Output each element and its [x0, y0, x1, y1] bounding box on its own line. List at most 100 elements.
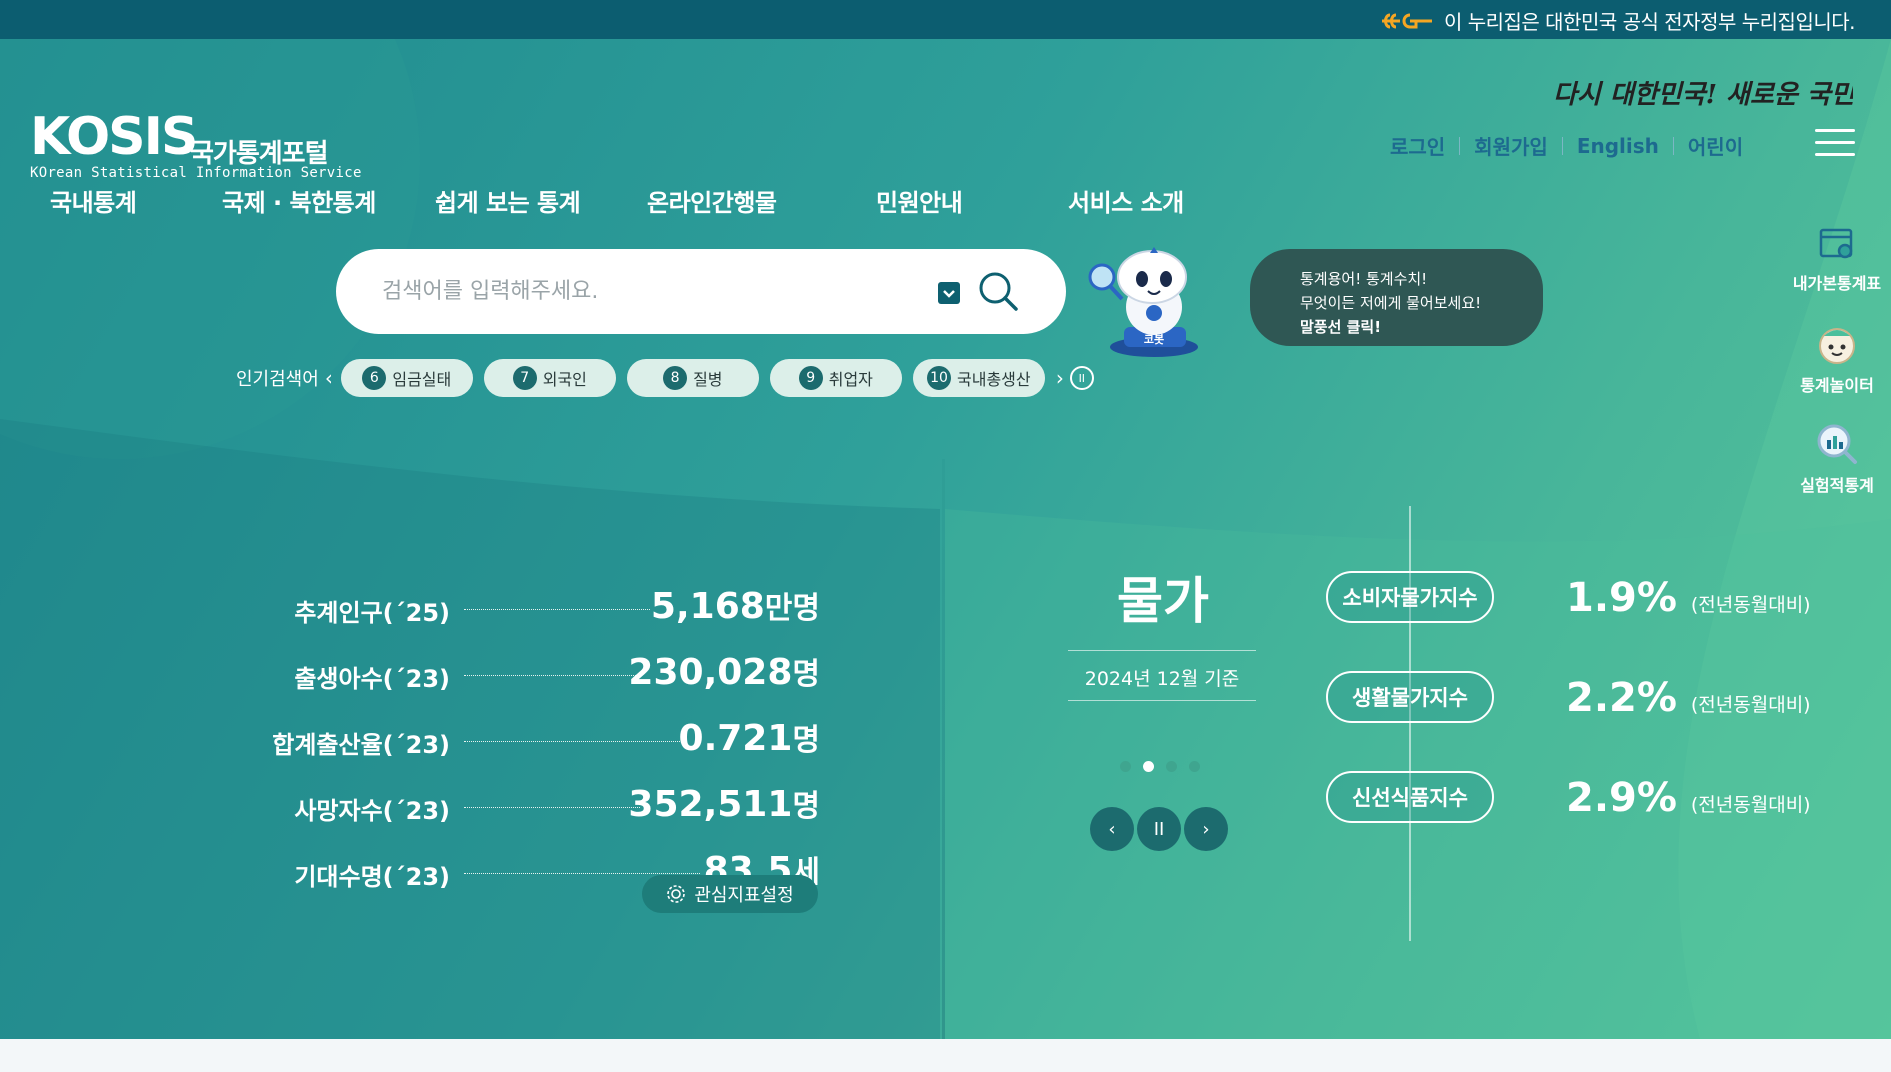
price-reference-date: 2024년 12월 기준 [1084, 668, 1240, 690]
popular-keyword-chip[interactable]: 6 임금실태 [340, 359, 473, 397]
magnifier-chart-icon [1817, 424, 1857, 464]
indicator-label: 사망자수(´23) [294, 797, 450, 825]
utility-links: 로그인 회원가입 English 어린이 [1390, 131, 1743, 160]
keyword-term: 임금실태 [392, 370, 452, 389]
indicator-value: 0.721명 [678, 718, 820, 759]
keyword-rank: 7 [512, 366, 537, 390]
pause-icon[interactable]: II [1069, 366, 1094, 390]
price-row[interactable]: 소비자물가지수 1.9% (전년동월대비) [1326, 571, 1811, 623]
dotted-leader [464, 609, 650, 610]
slide-pagination [1120, 761, 1200, 772]
gov-banner: 이 누리집은 대한민국 공식 전자정부 누리집입니다. [0, 0, 1891, 39]
quick-stats-playground[interactable]: 통계놀이터 [1782, 324, 1891, 396]
divider [1068, 650, 1256, 651]
chevron-left-icon[interactable]: ‹ [325, 366, 333, 390]
chevron-right-icon[interactable]: › [1056, 366, 1064, 390]
quick-menu-label: 실험적통계 [1800, 476, 1874, 495]
dotted-leader [464, 741, 680, 742]
character-face-icon [1819, 328, 1855, 364]
pagination-dot[interactable] [1120, 761, 1131, 772]
bubble-line: 말풍선 클릭! [1300, 318, 1382, 336]
nav-international-stats[interactable]: 국제 · 북한통계 [222, 183, 376, 218]
popular-keyword-chip[interactable]: 9 취업자 [769, 359, 902, 397]
page-bottom-band [0, 1039, 1891, 1072]
english-link[interactable]: English [1577, 134, 1659, 158]
keyword-rank: 8 [663, 366, 688, 390]
pause-icon[interactable]: II [1137, 807, 1181, 851]
chevron-right-icon[interactable]: › [1184, 807, 1228, 851]
divider [1459, 136, 1461, 155]
indicator-label: 합계출산율(´23) [272, 731, 450, 759]
price-row[interactable]: 신선식품지수 2.9% (전년동월대비) [1326, 771, 1811, 823]
price-index-value: 2.9% (전년동월대비) [1566, 775, 1811, 821]
hero-section: 다시 대한민국! 새로운 국민의 나라 KOSIS 국가통계포털 KOrean … [0, 39, 1891, 1039]
popular-keyword-chip[interactable]: 8 질병 [626, 359, 759, 397]
dotted-leader [464, 807, 640, 808]
signup-link[interactable]: 회원가입 [1474, 131, 1548, 160]
slogan-calligraphy: 다시 대한민국! 새로운 국민의 나라 [1553, 80, 1853, 110]
nav-domestic-stats[interactable]: 국내통계 [50, 183, 137, 218]
keyword-term: 질병 [693, 370, 723, 389]
price-index-value: 1.9% (전년동월대비) [1566, 575, 1811, 621]
search-icon [979, 272, 1018, 311]
divider [1068, 700, 1256, 701]
indicator-label: 출생아수(´23) [294, 665, 450, 693]
indicator-row[interactable]: 합계출산율(´23) 0.721명 [240, 711, 820, 777]
indicator-row[interactable]: 추계인구(´25) 5,168만명 [240, 579, 820, 645]
popular-keyword-chip[interactable]: 10 국내총생산 [912, 359, 1045, 397]
dotted-leader [464, 873, 700, 874]
popular-keywords: 인기검색어 ‹ 6 임금실태 7 외국인 8 질병 9 취업자 10 국내총생산 › II [236, 359, 1094, 397]
table-history-icon [1819, 228, 1853, 259]
kobot-mascot-icon[interactable]: 코봇 [1088, 247, 1208, 357]
indicator-value: 5,168만명 [650, 586, 820, 627]
indicator-row[interactable]: 출생아수(´23) 230,028명 [240, 645, 820, 711]
indicator-value: 352,511명 [628, 784, 820, 825]
nav-easy-stats[interactable]: 쉽게 보는 통계 [435, 183, 581, 218]
price-title: 물가 [1117, 572, 1209, 630]
login-link[interactable]: 로그인 [1390, 131, 1445, 160]
search-input[interactable] [382, 271, 902, 311]
chevron-down-icon [943, 290, 955, 298]
pagination-dot-active[interactable] [1143, 761, 1154, 772]
kids-link[interactable]: 어린이 [1688, 131, 1743, 160]
search-option-dropdown[interactable] [938, 282, 960, 304]
nav-civil-service[interactable]: 민원안내 [876, 183, 963, 218]
section-divider [942, 459, 945, 1039]
menu-hamburger-icon[interactable] [1815, 129, 1855, 159]
bubble-line: 무엇이든 저에게 물어보세요! [1300, 294, 1482, 312]
keyword-rank: 10 [927, 366, 951, 390]
quick-my-viewed-tables[interactable]: 내가본통계표 [1782, 224, 1891, 294]
bubble-line: 통계용어! 통계수치! [1300, 270, 1428, 288]
keyword-rank: 6 [362, 366, 387, 390]
price-row[interactable]: 생활물가지수 2.2% (전년동월대비) [1326, 671, 1811, 723]
nav-service-intro[interactable]: 서비스 소개 [1068, 183, 1184, 218]
search-box [336, 249, 1066, 334]
divider [1561, 136, 1563, 155]
logo-korean: 국가통계포털 [190, 139, 329, 169]
divider [1672, 136, 1674, 155]
indicator-label: 추계인구(´25) [294, 599, 450, 627]
pagination-dot[interactable] [1166, 761, 1177, 772]
popular-keywords-label: 인기검색어 [236, 369, 319, 390]
search-button[interactable] [976, 269, 1020, 313]
quick-menu-label: 통계놀이터 [1800, 376, 1874, 395]
price-index-name: 생활물가지수 [1326, 671, 1494, 723]
price-index-value: 2.2% (전년동월대비) [1566, 675, 1811, 721]
kosis-logo[interactable]: KOSIS 국가통계포털 KOrean Statistical Informat… [30, 111, 362, 181]
gear-icon [667, 885, 686, 903]
indicator-row[interactable]: 사망자수(´23) 352,511명 [240, 777, 820, 843]
gov-banner-text: 이 누리집은 대한민국 공식 전자정부 누리집입니다. [1443, 10, 1856, 34]
keyword-rank: 9 [798, 366, 823, 390]
chevron-left-icon[interactable]: ‹ [1090, 807, 1134, 851]
popular-keyword-chip[interactable]: 7 외국인 [483, 359, 616, 397]
nav-online-publications[interactable]: 온라인간행물 [647, 183, 777, 218]
quick-menu-label: 내가본통계표 [1792, 274, 1882, 293]
interest-indicator-settings-button[interactable]: 관심지표설정 [642, 875, 818, 913]
price-index-name: 신선식품지수 [1326, 771, 1494, 823]
chatbot-speech-bubble[interactable]: 통계용어! 통계수치! 무엇이든 저에게 물어보세요! 말풍선 클릭! [1250, 249, 1543, 346]
pagination-dot[interactable] [1189, 761, 1200, 772]
key-indicators: 추계인구(´25) 5,168만명 출생아수(´23) 230,028명 합계출… [240, 579, 820, 909]
slide-controls: ‹ II › [1090, 807, 1228, 851]
keyword-term: 취업자 [828, 370, 873, 389]
quick-experimental-stats[interactable]: 실험적통계 [1782, 422, 1891, 496]
